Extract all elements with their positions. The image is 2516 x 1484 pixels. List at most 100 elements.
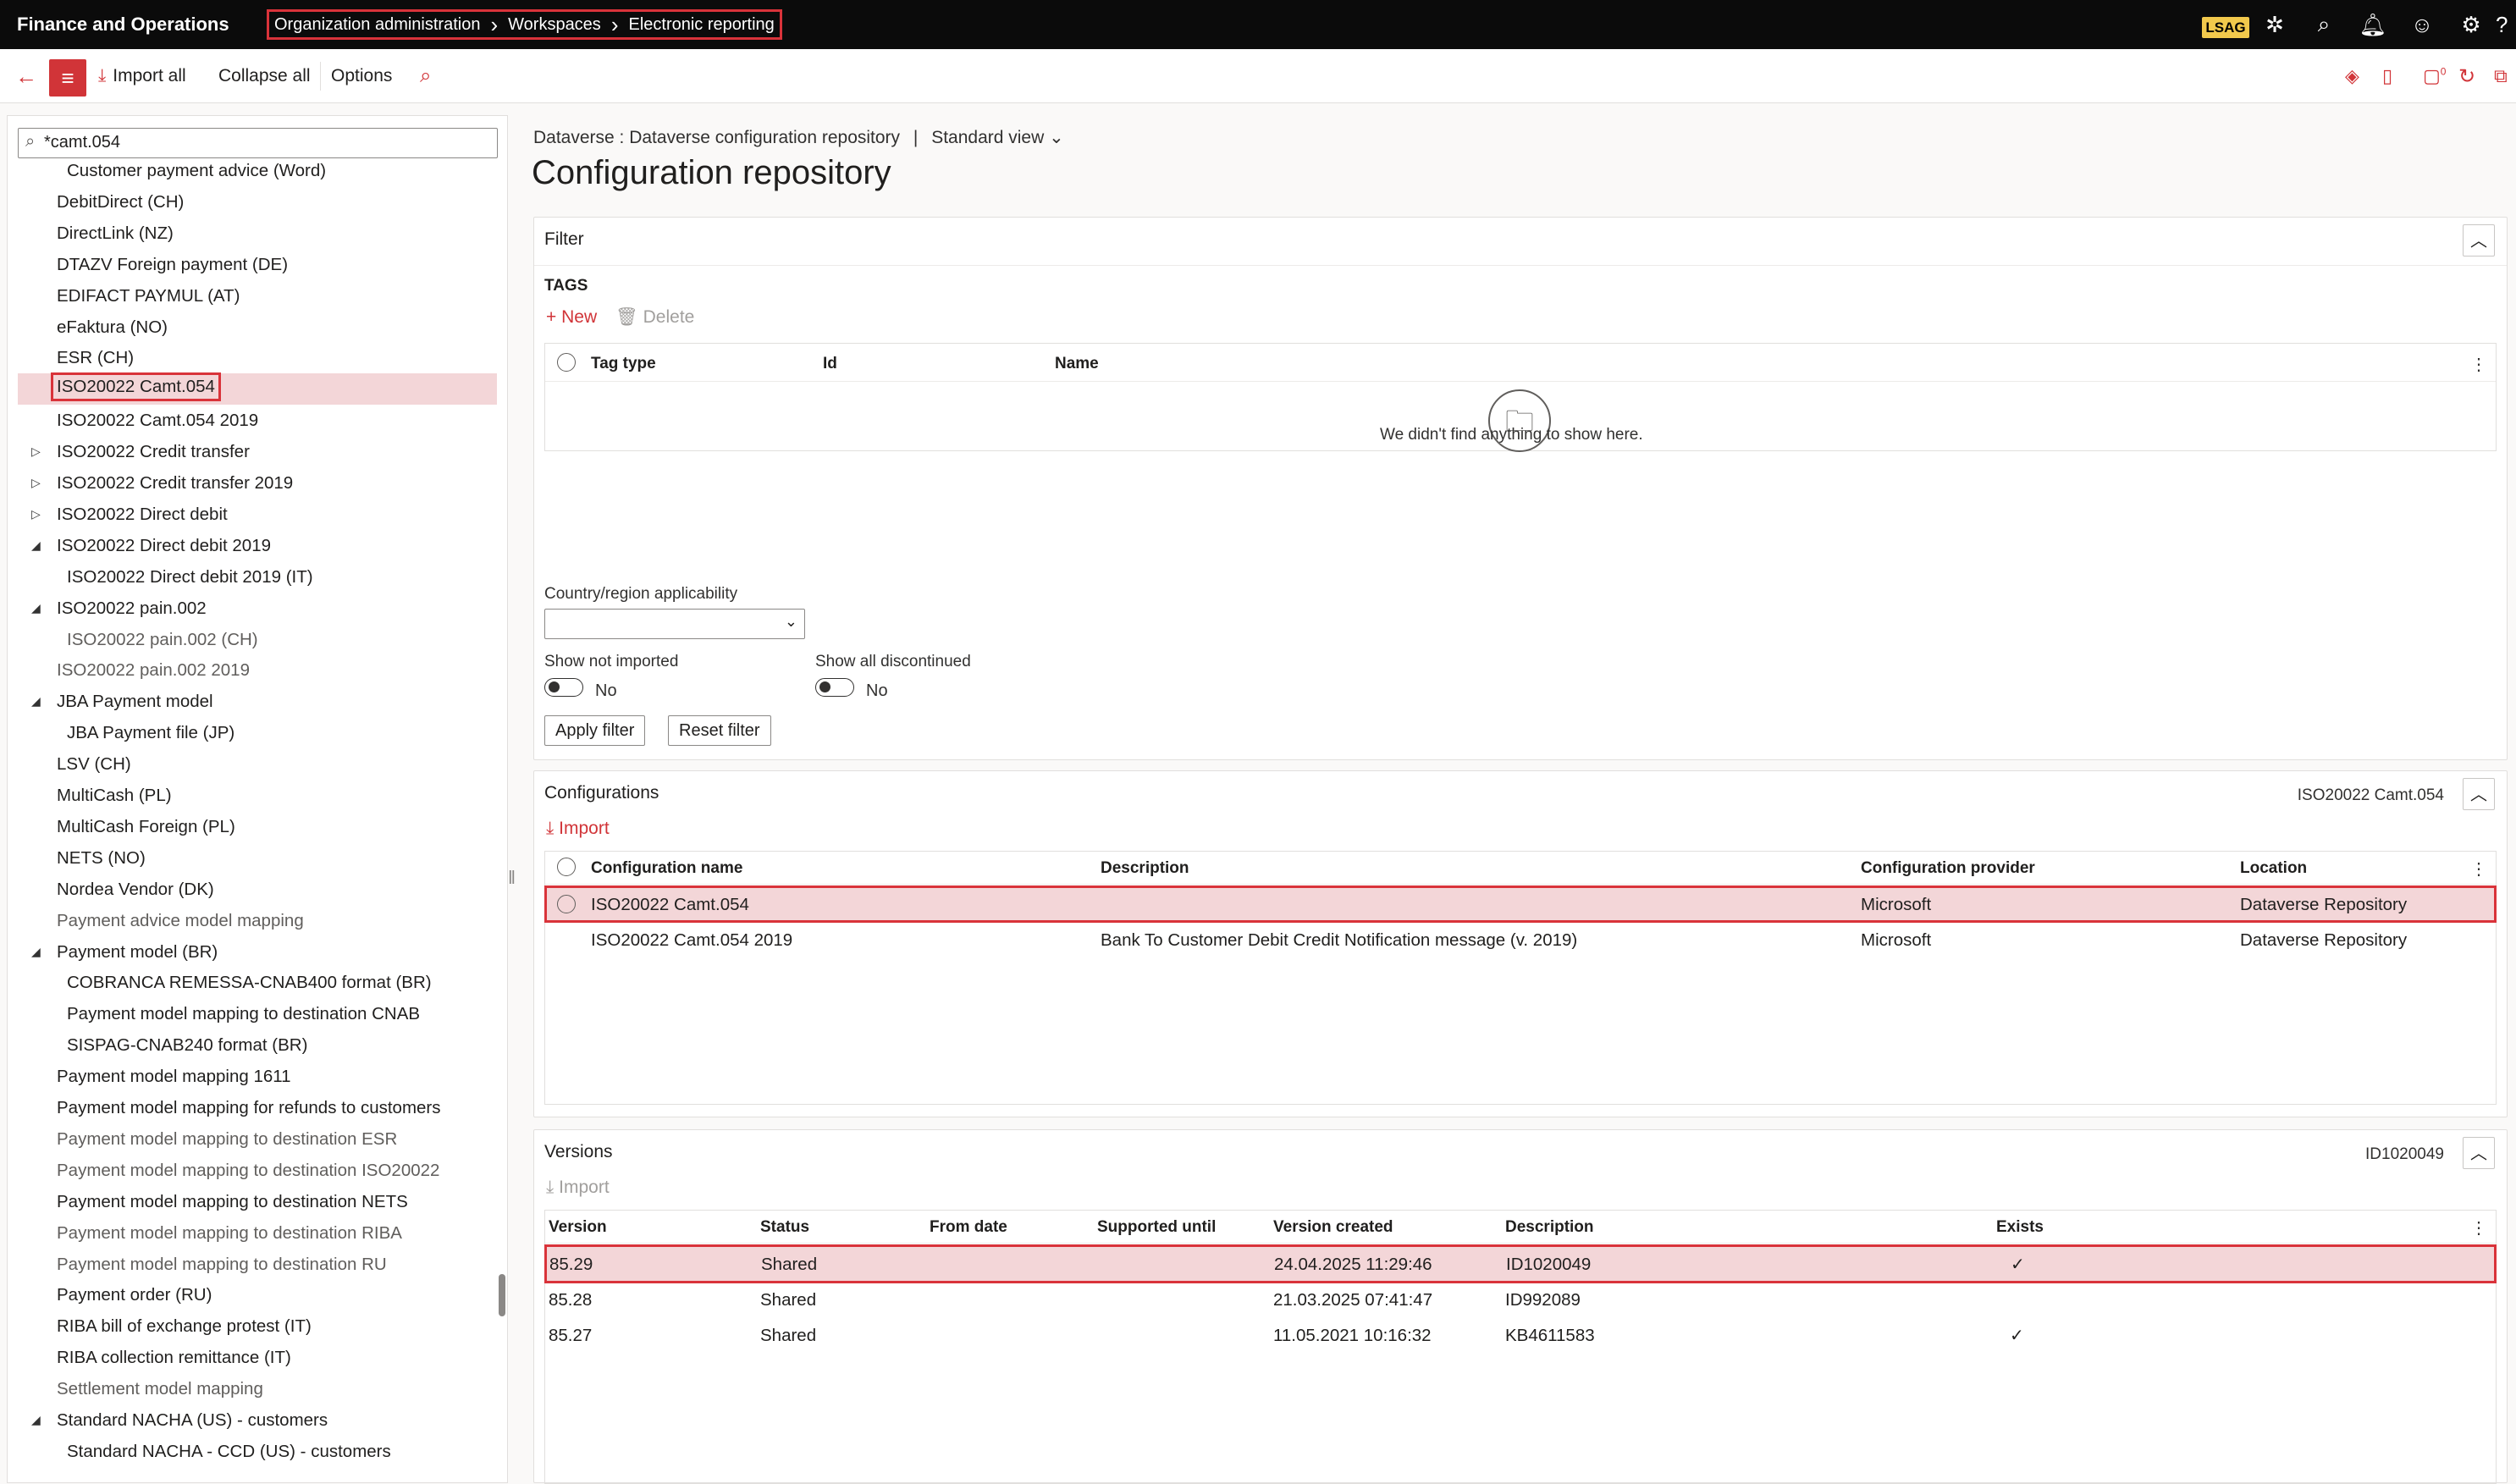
- collapse-arrow-icon[interactable]: ◢: [31, 1404, 41, 1436]
- chevron-up-icon[interactable]: ︿: [2463, 224, 2495, 257]
- tree-item[interactable]: ◢ ISO20022 pain.002: [8, 593, 507, 624]
- tree-item[interactable]: MultiCash Foreign (PL): [8, 811, 507, 842]
- back-arrow-icon[interactable]: ←: [15, 49, 37, 103]
- tree-item[interactable]: JBA Payment file (JP): [8, 717, 507, 748]
- column-header-supported-until[interactable]: Supported until: [1097, 1218, 1216, 1237]
- tree-item[interactable]: Nordea Vendor (DK): [8, 874, 507, 905]
- column-header-tag-type[interactable]: Tag type: [591, 355, 656, 373]
- notification-badge-icon[interactable]: ▢0: [2423, 49, 2446, 103]
- tree-search-input[interactable]: ⌕ *camt.054: [18, 128, 498, 158]
- column-header-configuration-provider[interactable]: Configuration provider: [1861, 859, 2035, 878]
- show-all-discontinued-toggle[interactable]: [815, 678, 854, 697]
- configuration-name[interactable]: ISO20022 Camt.054 2019: [591, 930, 792, 951]
- show-not-imported-toggle[interactable]: [544, 678, 583, 697]
- tree-scrollbar[interactable]: [499, 1274, 505, 1316]
- tree-item[interactable]: Settlement model mapping: [8, 1373, 507, 1404]
- breadcrumb-item-organization-administration[interactable]: Organization administration: [274, 15, 480, 35]
- column-header-status[interactable]: Status: [760, 1218, 809, 1237]
- column-header-configuration-name[interactable]: Configuration name: [591, 859, 742, 878]
- import-version-button[interactable]: ⤓ Import: [546, 1178, 610, 1198]
- tree-item[interactable]: ◢ Standard NACHA (US) - customers: [8, 1404, 507, 1436]
- select-all-radio[interactable]: [557, 858, 576, 876]
- tree-item[interactable]: ISO20022 Direct debit 2019 (IT): [8, 561, 507, 593]
- refresh-icon[interactable]: ↻: [2458, 49, 2475, 103]
- tree-item[interactable]: Payment advice model mapping: [8, 905, 507, 936]
- column-header-description[interactable]: Description: [1505, 1218, 1594, 1237]
- breadcrumb-item-electronic-reporting[interactable]: Electronic reporting: [628, 15, 774, 35]
- search-icon[interactable]: ⌕: [420, 49, 431, 103]
- tree-item[interactable]: RIBA collection remittance (IT): [8, 1342, 507, 1373]
- filter-header[interactable]: Filter: [544, 229, 584, 250]
- tree-item[interactable]: Payment model mapping to destination RIB…: [8, 1217, 507, 1249]
- column-header-id[interactable]: Id: [823, 355, 837, 373]
- tree-item[interactable]: Payment model mapping for refunds to cus…: [8, 1092, 507, 1123]
- office-icon[interactable]: ▯: [2382, 49, 2392, 103]
- table-row-selected[interactable]: 85.29 Shared 24.04.2025 11:29:46 ID10200…: [544, 1244, 2497, 1283]
- tree-item[interactable]: Payment model mapping to destination ISO…: [8, 1155, 507, 1186]
- tree-item[interactable]: LSV (CH): [8, 748, 507, 780]
- tree-item[interactable]: ▷ ISO20022 Direct debit: [8, 499, 507, 530]
- tree-item[interactable]: ▷ ISO20022 Credit transfer 2019: [8, 467, 507, 499]
- open-new-window-icon[interactable]: ⧉: [2494, 49, 2508, 103]
- tree-item[interactable]: Standard NACHA - CCD (US) - customers: [8, 1436, 507, 1467]
- configuration-name[interactable]: ISO20022 Camt.054: [591, 895, 749, 915]
- tree-item[interactable]: ◢ Payment model (BR): [8, 936, 507, 968]
- search-icon[interactable]: ⌕: [2299, 11, 2348, 38]
- tree-item[interactable]: ISO20022 pain.002 (CH): [8, 624, 507, 655]
- column-header-version-created[interactable]: Version created: [1273, 1218, 1393, 1237]
- tree-item[interactable]: eFaktura (NO): [8, 312, 507, 343]
- company-picker[interactable]: LSAG: [2201, 12, 2250, 38]
- tree-item[interactable]: ◢ ISO20022 Direct debit 2019: [8, 530, 507, 561]
- expand-arrow-icon[interactable]: ▷: [31, 467, 41, 499]
- select-all-radio[interactable]: [557, 353, 576, 372]
- tree-item[interactable]: Payment model mapping to destination ESR: [8, 1123, 507, 1155]
- tree-item[interactable]: DTAZV Foreign payment (DE): [8, 249, 507, 280]
- help-icon[interactable]: ?: [2496, 12, 2516, 38]
- tree-item[interactable]: ▷ ISO20022 Credit transfer: [8, 436, 507, 467]
- feedback-smiley-icon[interactable]: ☺: [2397, 12, 2447, 38]
- hamburger-menu-icon[interactable]: ≡: [49, 59, 86, 97]
- delete-tag-button[interactable]: 🗑︎ Delete: [615, 307, 694, 328]
- collapse-arrow-icon[interactable]: ◢: [31, 530, 41, 561]
- options-tab[interactable]: Options: [320, 62, 392, 91]
- collapse-arrow-icon[interactable]: ◢: [31, 593, 41, 624]
- column-header-name[interactable]: Name: [1055, 355, 1099, 373]
- view-selector[interactable]: Standard view ⌄: [931, 128, 1064, 147]
- country-dropdown[interactable]: ⌄: [544, 609, 805, 639]
- column-header-version[interactable]: Version: [549, 1218, 607, 1237]
- tree-item-selected[interactable]: ISO20022 Camt.054: [18, 372, 497, 405]
- version-number[interactable]: 85.29: [549, 1255, 593, 1275]
- notifications-icon[interactable]: 🔔︎: [2348, 12, 2397, 38]
- chevron-up-icon[interactable]: ︿: [2463, 778, 2495, 810]
- copilot-icon[interactable]: ✲: [2250, 12, 2299, 38]
- version-number[interactable]: 85.28: [549, 1290, 592, 1310]
- tree-item[interactable]: SISPAG-CNAB240 format (BR): [8, 1029, 507, 1061]
- import-all-button[interactable]: ⤓ Import all: [98, 49, 186, 103]
- new-tag-button[interactable]: + New: [546, 307, 597, 328]
- column-header-exists[interactable]: Exists: [1996, 1218, 2044, 1237]
- pane-splitter-handle[interactable]: ‖: [508, 867, 516, 889]
- expand-arrow-icon[interactable]: ▷: [31, 436, 41, 467]
- apply-filter-button[interactable]: Apply filter: [544, 715, 646, 746]
- collapse-all-button[interactable]: Collapse all: [218, 49, 311, 103]
- column-header-location[interactable]: Location: [2240, 859, 2307, 878]
- tree-item[interactable]: NETS (NO): [8, 842, 507, 874]
- breadcrumb-item-workspaces[interactable]: Workspaces: [508, 15, 601, 35]
- tree-item[interactable]: Payment model mapping 1611: [8, 1061, 507, 1092]
- tree-item[interactable]: COBRANCA REMESSA-CNAB400 format (BR): [8, 967, 507, 998]
- diamond-icon[interactable]: ◈: [2345, 49, 2359, 103]
- tree-item[interactable]: Payment model mapping to destination CNA…: [8, 998, 507, 1029]
- chevron-up-icon[interactable]: ︿: [2463, 1137, 2495, 1169]
- import-configuration-button[interactable]: ⤓ Import: [546, 819, 610, 839]
- tree-item[interactable]: Payment order (RU): [8, 1279, 507, 1310]
- reset-filter-button[interactable]: Reset filter: [668, 715, 771, 746]
- version-number[interactable]: 85.27: [549, 1326, 592, 1346]
- tree-item[interactable]: EDIFACT PAYMUL (AT): [8, 280, 507, 312]
- settings-gear-icon[interactable]: ⚙: [2447, 12, 2496, 38]
- expand-arrow-icon[interactable]: ▷: [31, 499, 41, 530]
- more-options-icon[interactable]: ⋮: [2470, 1217, 2487, 1239]
- tree-item[interactable]: ESR (CH): [8, 342, 507, 373]
- app-name[interactable]: Finance and Operations: [17, 14, 229, 36]
- row-select-radio[interactable]: [557, 895, 576, 913]
- tree-item[interactable]: ◢ JBA Payment model: [8, 686, 507, 717]
